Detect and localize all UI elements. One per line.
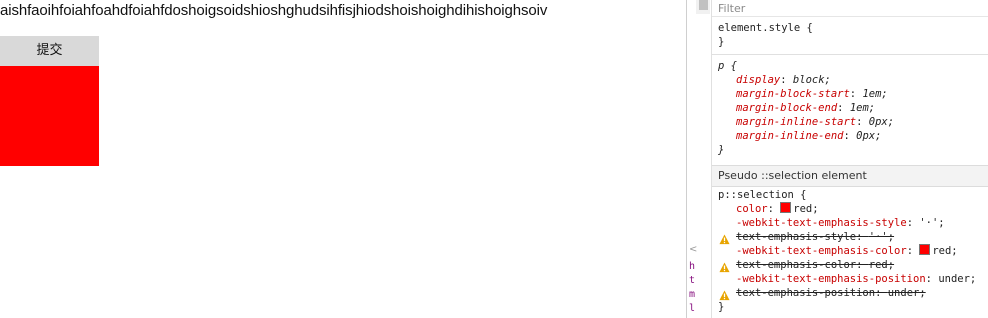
rule-selector[interactable]: element.style { [718, 21, 813, 35]
elements-scrollbar-thumb[interactable] [699, 0, 708, 10]
declaration-value[interactable]: 0px; [856, 130, 881, 142]
chevron-left-icon[interactable]: < [689, 244, 697, 255]
color-swatch[interactable] [780, 202, 792, 213]
color-swatch[interactable] [919, 244, 931, 255]
warning-triangle-icon[interactable] [719, 234, 730, 245]
gutter-letter: h [689, 261, 696, 272]
filter-input[interactable] [718, 0, 978, 16]
elements-tree-fragment: h t m l [689, 260, 695, 316]
overridden-declaration[interactable]: text-emphasis-style: '·'; [736, 230, 894, 244]
declaration[interactable]: -webkit-text-emphasis-color: red; [736, 244, 958, 258]
gutter-letter: l [689, 303, 696, 314]
gutter-letter: t [689, 275, 696, 286]
declaration-value[interactable]: 0px; [869, 116, 894, 128]
declaration[interactable]: -webkit-text-emphasis-position: under; [736, 272, 976, 286]
filter-bar [712, 0, 988, 17]
red-box [0, 66, 99, 166]
declaration[interactable]: margin-block-start: 1em; [736, 87, 888, 101]
submit-button[interactable]: 提交 [0, 36, 99, 66]
paragraph-text[interactable]: aishfaoihfoiahfoahdfoiahfdoshoigsoidshio… [0, 2, 547, 20]
rule-divider [712, 54, 988, 55]
warning-triangle-icon[interactable] [719, 262, 730, 273]
declaration-property[interactable]: margin-inline-start [736, 116, 856, 128]
declaration[interactable]: -webkit-text-emphasis-style: '·'; [736, 216, 945, 230]
declaration-property[interactable]: display [736, 74, 780, 86]
overridden-declaration[interactable]: text-emphasis-color: red; [736, 258, 894, 272]
overridden-declaration[interactable]: text-emphasis-position: under; [736, 286, 926, 300]
rule-close-brace: } [718, 301, 725, 313]
declaration-property[interactable]: text-emphasis-color [736, 259, 856, 271]
rule-close-brace: } [718, 36, 725, 48]
declaration-value[interactable]: block; [793, 74, 831, 86]
declaration[interactable]: display: block; [736, 73, 831, 87]
declaration-value[interactable]: '·'; [919, 217, 944, 229]
declaration-property[interactable]: margin-inline-end [736, 130, 843, 142]
declaration-property[interactable]: -webkit-text-emphasis-style [736, 217, 907, 229]
pseudo-element-section-header: Pseudo ::selection element [712, 165, 988, 187]
declaration-value[interactable]: '·'; [869, 231, 894, 243]
page-viewport: aishfaoihfoiahfoahdfoiahfdoshoigsoidshio… [0, 0, 686, 318]
declaration[interactable]: margin-block-end: 1em; [736, 101, 875, 115]
declaration-value[interactable]: under; [888, 287, 926, 299]
declaration-property[interactable]: -webkit-text-emphasis-color [736, 245, 907, 257]
declaration-value[interactable]: under; [938, 273, 976, 285]
declaration[interactable]: margin-inline-end: 0px; [736, 129, 881, 143]
declaration-value[interactable]: red; [793, 203, 818, 215]
declaration-property[interactable]: text-emphasis-style [736, 231, 856, 243]
declaration-property[interactable]: -webkit-text-emphasis-position [736, 273, 926, 285]
rule-selector[interactable]: p { [718, 59, 737, 73]
section-title: Pseudo ::selection element [718, 169, 867, 182]
declaration-property[interactable]: text-emphasis-position [736, 287, 875, 299]
declaration-property[interactable]: color [736, 203, 768, 215]
declaration-value[interactable]: 1em; [850, 102, 875, 114]
rule-close-brace: } [718, 144, 725, 156]
declaration-property[interactable]: margin-block-end [736, 102, 837, 114]
declaration-property[interactable]: margin-block-start [736, 88, 850, 100]
declaration[interactable]: color: red; [736, 202, 819, 216]
gutter-letter: m [689, 289, 696, 300]
declaration[interactable]: margin-inline-start: 0px; [736, 115, 894, 129]
declaration-value[interactable]: red; [932, 245, 957, 257]
declaration-value[interactable]: 1em; [862, 88, 887, 100]
rule-selector[interactable]: p::selection { [718, 188, 807, 202]
declaration-value[interactable]: red; [869, 259, 894, 271]
styles-pane: element.style { } p { display: block; ma… [711, 0, 988, 318]
